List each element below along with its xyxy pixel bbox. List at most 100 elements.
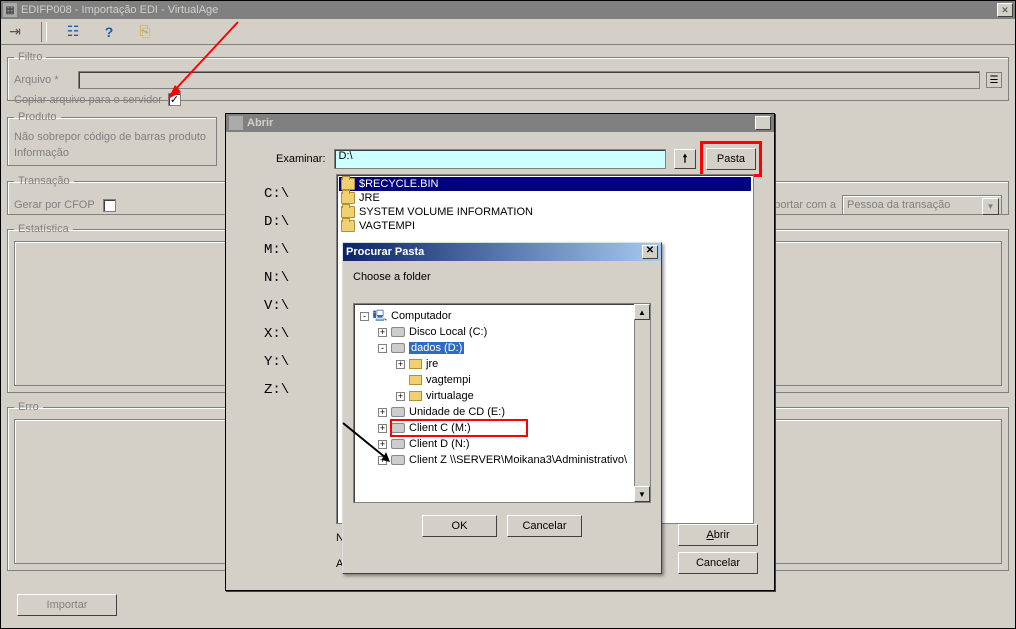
tree-row[interactable]: + Client C (M:) xyxy=(356,420,648,436)
tree-label: Client C (M:) xyxy=(409,422,471,434)
drive-item[interactable]: D:\ xyxy=(256,208,326,236)
toolbar-help-icon[interactable]: ? xyxy=(99,22,119,42)
erro-legend: Erro xyxy=(14,401,43,413)
examinar-input[interactable]: D:\ xyxy=(334,149,666,169)
folder-icon xyxy=(341,178,355,190)
file-row[interactable]: SYSTEM VOLUME INFORMATION xyxy=(339,205,751,219)
folder-icon xyxy=(409,359,422,369)
tree-expander[interactable]: - xyxy=(360,312,369,321)
copiar-checkbox[interactable]: ✓ xyxy=(168,93,181,106)
arquivo-browse-icon[interactable]: ☰ xyxy=(986,72,1002,88)
folder-icon xyxy=(341,206,355,218)
file-label: $RECYCLE.BIN xyxy=(359,178,438,190)
drive-icon xyxy=(391,455,405,465)
abrir-titlebar: Abrir ✕ xyxy=(226,114,774,132)
browse-titlebar: Procurar Pasta ✕ xyxy=(343,243,661,261)
estatistica-legend: Estatística xyxy=(14,223,73,235)
toolbar-grid-icon[interactable]: ☷ xyxy=(63,22,83,42)
tree-row[interactable]: + Disco Local (C:) xyxy=(356,324,648,340)
folder-icon xyxy=(341,192,355,204)
tree-expander[interactable]: + xyxy=(378,408,387,417)
window-title: EDIFP008 - Importação EDI - VirtualAge xyxy=(21,4,995,16)
abrir-close-icon[interactable]: ✕ xyxy=(755,116,771,130)
tree-expander[interactable]: + xyxy=(378,328,387,337)
arquivo-input[interactable] xyxy=(78,71,980,89)
produto-line1: Não sobrepor código de barras produto xyxy=(14,131,210,143)
portar-label: portar com a xyxy=(774,199,836,211)
file-row[interactable]: JRE xyxy=(339,191,751,205)
file-label: SYSTEM VOLUME INFORMATION xyxy=(359,206,533,218)
tree-row[interactable]: + virtualage xyxy=(356,388,648,404)
tree-label: Unidade de CD (E:) xyxy=(409,406,505,418)
tree-label: jre xyxy=(426,358,438,370)
main-titlebar: ▦ EDIFP008 - Importação EDI - VirtualAge… xyxy=(1,1,1015,19)
tree-label: dados (D:) xyxy=(409,342,464,354)
tree-expander[interactable]: - xyxy=(378,344,387,353)
abrir-open-button[interactable]: Abrir xyxy=(678,524,758,546)
toolbar-exit-icon[interactable]: ⎘ xyxy=(135,22,155,42)
tree-label: Client Z \\SERVER\Moikana3\Administrativ… xyxy=(409,454,627,466)
browse-dialog: Procurar Pasta ✕ Choose a folder -🖳Compu… xyxy=(342,242,662,574)
tree-row[interactable]: +Client D (N:) xyxy=(356,436,648,452)
tree-row[interactable]: + jre xyxy=(356,356,648,372)
toolbar-run-icon[interactable]: ⇥ xyxy=(5,22,25,42)
browse-cancel-button[interactable]: Cancelar xyxy=(507,515,582,537)
main-toolbar: ⇥ ☷ ? ⎘ xyxy=(1,19,1015,45)
app-icon: ▦ xyxy=(3,3,17,17)
transacao-legend: Transação xyxy=(14,175,74,187)
close-icon[interactable]: ✕ xyxy=(997,3,1013,17)
tree-row[interactable]: -🖳 Computador xyxy=(356,308,648,324)
produto-group: Produto Não sobrepor código de barras pr… xyxy=(7,111,217,166)
browse-close-icon[interactable]: ✕ xyxy=(642,245,658,259)
folder-icon xyxy=(341,220,355,232)
file-row[interactable]: VAGTEMPI xyxy=(339,219,751,233)
abrir-cancel-button[interactable]: Cancelar xyxy=(678,552,758,574)
arquivo-label: Arquivo * xyxy=(14,74,72,86)
drive-item[interactable]: C:\ xyxy=(256,180,326,208)
folder-tree[interactable]: -🖳Computador+Disco Local (C:)-dados (D:)… xyxy=(353,303,651,503)
tree-label: virtualage xyxy=(426,390,474,402)
tree-expander[interactable]: + xyxy=(378,440,387,449)
pasta-button[interactable]: Pasta xyxy=(706,148,756,170)
tree-row[interactable]: + Client Z \\SERVER\Moikana3\Administrati… xyxy=(356,452,648,468)
tree-label: Computador xyxy=(391,310,452,322)
examinar-label: Examinar: xyxy=(276,153,326,165)
folder-icon xyxy=(409,391,422,401)
tree-row[interactable]: - dados (D:) xyxy=(356,340,648,356)
drive-list: C:\D:\M:\N:\V:\X:\Y:\Z:\ xyxy=(256,180,326,404)
file-label: VAGTEMPI xyxy=(359,220,415,232)
computer-icon: 🖳 xyxy=(373,310,387,322)
tree-label: Disco Local (C:) xyxy=(409,326,487,338)
drive-icon xyxy=(391,343,405,353)
tree-row[interactable]: + Unidade de CD (E:) xyxy=(356,404,648,420)
scroll-down-icon[interactable]: ▼ xyxy=(634,486,650,502)
gerar-cfop-checkbox[interactable] xyxy=(103,199,116,212)
drive-item[interactable]: V:\ xyxy=(256,292,326,320)
tree-label: vagtempi xyxy=(426,374,471,386)
produto-line2: Informação xyxy=(14,147,210,159)
tree-expander[interactable]: + xyxy=(396,360,405,369)
copiar-label: Copiar arquivo para o servidor xyxy=(14,94,162,106)
abrir-title: Abrir xyxy=(247,117,755,129)
drive-icon xyxy=(391,439,405,449)
importar-button[interactable]: Importar xyxy=(17,594,117,616)
file-row[interactable]: $RECYCLE.BIN xyxy=(339,177,751,191)
tree-row[interactable]: vagtempi xyxy=(356,372,648,388)
examinar-up-button[interactable]: 🠕 xyxy=(674,149,696,169)
drive-item[interactable]: M:\ xyxy=(256,236,326,264)
tree-expander[interactable]: + xyxy=(378,456,387,465)
drive-icon xyxy=(391,423,405,433)
file-label: JRE xyxy=(359,192,380,204)
drive-item[interactable]: Z:\ xyxy=(256,376,326,404)
drive-item[interactable]: Y:\ xyxy=(256,348,326,376)
tree-scrollbar[interactable]: ▲ ▼ xyxy=(634,304,650,502)
produto-legend: Produto xyxy=(14,111,61,123)
browse-ok-button[interactable]: OK xyxy=(422,515,497,537)
browse-prompt: Choose a folder xyxy=(353,271,651,283)
scroll-up-icon[interactable]: ▲ xyxy=(634,304,650,320)
pessoa-select[interactable]: Pessoa da transação xyxy=(842,195,1002,215)
tree-expander[interactable]: + xyxy=(378,424,387,433)
tree-expander[interactable]: + xyxy=(396,392,405,401)
drive-item[interactable]: X:\ xyxy=(256,320,326,348)
drive-item[interactable]: N:\ xyxy=(256,264,326,292)
